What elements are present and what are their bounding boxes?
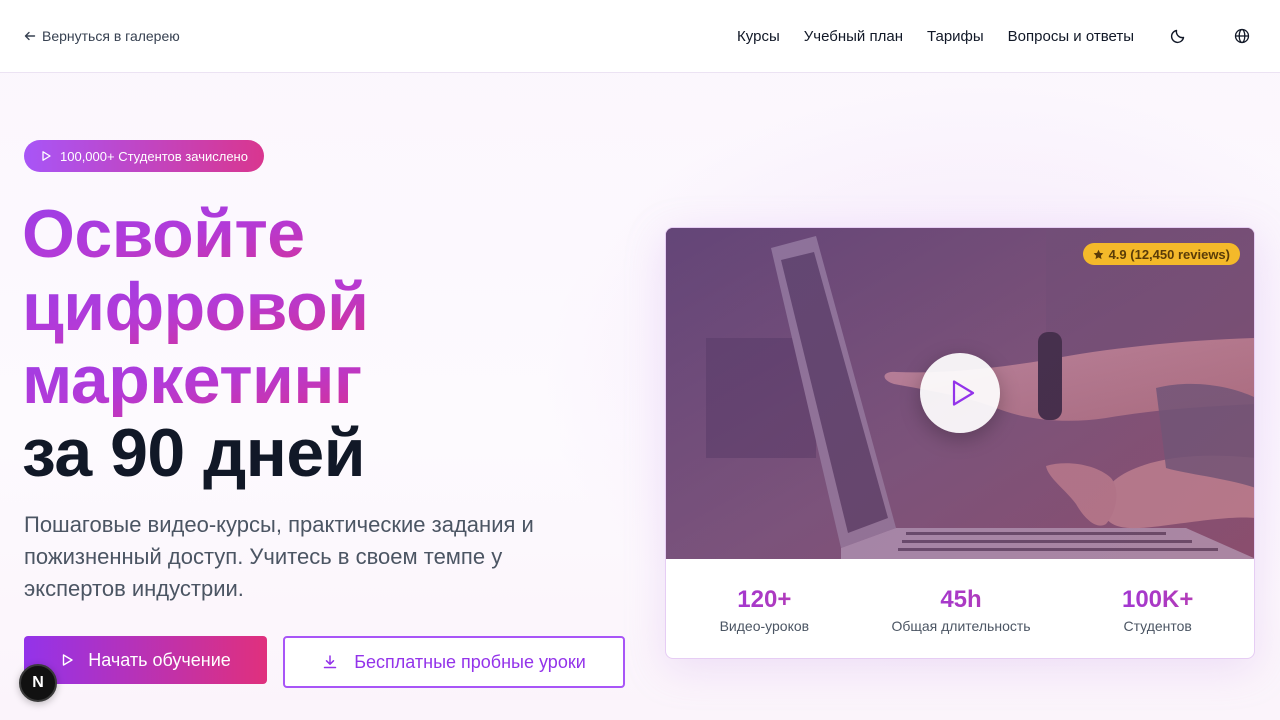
video-preview-card: 4.9 (12,450 reviews) 120+ Видео-уроков 4… — [665, 227, 1255, 659]
nav-item-curriculum[interactable]: Учебный план — [804, 28, 903, 45]
free-trial-label: Бесплатные пробные уроки — [354, 651, 586, 672]
page: Вернуться в галерею Курсы Учебный план Т… — [0, 0, 1280, 720]
hero-subtitle: Пошаговые видео-курсы, практические зада… — [24, 512, 534, 601]
nextjs-dev-indicator[interactable]: N — [19, 664, 57, 702]
course-stats: 120+ Видео-уроков 45h Общая длительность… — [666, 559, 1254, 658]
badge-label: 100,000+ Студентов зачислено — [60, 148, 248, 164]
hero-headline: Освойте цифровой маркетинг за 90 дней — [22, 198, 642, 490]
play-outline-icon — [63, 654, 73, 666]
stat-label: Видео-уроков — [719, 618, 810, 634]
back-to-gallery-link[interactable]: Вернуться в галерею — [24, 28, 180, 44]
stat-label: Общая длительность — [891, 618, 1031, 634]
stat-video-lessons: 120+ Видео-уроков — [666, 559, 863, 658]
moon-icon — [1170, 29, 1185, 44]
headline-line-1: Освойте — [22, 198, 642, 271]
nav-item-faq[interactable]: Вопросы и ответы — [1008, 28, 1134, 45]
main-nav: Курсы Учебный план Тарифы Вопросы и отве… — [737, 22, 1256, 50]
nav-item-courses[interactable]: Курсы — [737, 28, 780, 45]
top-header: Вернуться в галерею Курсы Учебный план Т… — [0, 0, 1280, 73]
nav-item-pricing[interactable]: Тарифы — [927, 28, 984, 45]
globe-icon — [1234, 28, 1250, 44]
headline-line-4: за 90 дней — [22, 415, 366, 491]
stat-value: 100K+ — [1059, 586, 1254, 614]
stat-students: 100K+ Студентов — [1059, 559, 1254, 658]
headline-line-2: цифровой — [22, 271, 642, 344]
rating-text: 4.9 (12,450 reviews) — [1108, 246, 1230, 262]
rating-badge: 4.9 (12,450 reviews) — [1082, 243, 1240, 265]
play-icon — [952, 380, 975, 406]
start-learning-button[interactable]: Начать обучение — [24, 636, 267, 684]
play-outline-icon — [42, 151, 51, 161]
course-preview-video[interactable]: 4.9 (12,450 reviews) — [666, 228, 1254, 559]
download-icon — [323, 655, 337, 669]
stat-total-duration: 45h Общая длительность — [863, 559, 1060, 658]
theme-toggle-button[interactable] — [1164, 22, 1192, 50]
stat-value: 120+ — [666, 586, 863, 614]
free-trial-lessons-button[interactable]: Бесплатные пробные уроки — [283, 636, 625, 688]
stat-value: 45h — [863, 586, 1060, 614]
students-enrolled-badge: 100,000+ Студентов зачислено — [24, 140, 264, 172]
language-button[interactable] — [1228, 22, 1256, 50]
stat-label: Студентов — [1123, 618, 1192, 634]
star-icon — [1093, 249, 1103, 259]
arrow-left-icon — [24, 31, 36, 41]
headline-line-3: маркетинг — [22, 344, 642, 417]
back-link-label: Вернуться в галерею — [42, 28, 180, 44]
play-video-button[interactable] — [920, 353, 1000, 433]
start-learning-label: Начать обучение — [88, 649, 231, 670]
